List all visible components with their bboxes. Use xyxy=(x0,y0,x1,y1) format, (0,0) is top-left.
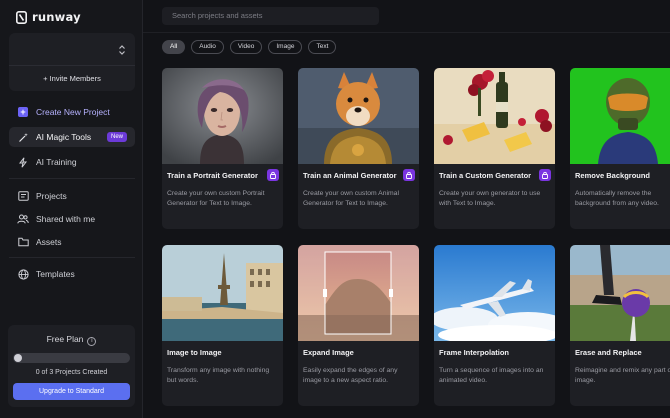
create-new-project-button[interactable]: + Create New Project xyxy=(9,102,135,122)
sidebar-item-label: Projects xyxy=(36,191,67,201)
card-title: Image to Image xyxy=(167,348,222,357)
sidebar-item-label: Shared with me xyxy=(36,214,96,224)
chevron-up-down-icon xyxy=(117,43,127,55)
tool-card-animal-generator[interactable]: Train an Animal Generator Create your ow… xyxy=(298,68,419,229)
card-title: Train a Custom Generator xyxy=(439,171,532,180)
app-root: runway + Invite Members + Create New Pro… xyxy=(0,0,670,418)
filter-chip-audio[interactable]: Audio xyxy=(191,40,224,54)
filter-chip-text[interactable]: Text xyxy=(308,40,337,54)
card-description: Transform any image with nothing but wor… xyxy=(167,367,270,384)
filter-chip-image[interactable]: Image xyxy=(268,40,303,54)
create-new-project-label: Create New Project xyxy=(36,107,110,117)
filter-chip-all[interactable]: All xyxy=(162,40,186,54)
sidebar-item-label: Assets xyxy=(36,237,62,247)
tool-card-expand-image[interactable]: Expand Image Easily expand the edges of … xyxy=(298,245,419,406)
card-description: Easily expand the edges of any image to … xyxy=(303,367,398,384)
magic-wand-icon xyxy=(16,130,30,144)
header-divider xyxy=(143,32,670,33)
sidebar-item-shared[interactable]: Shared with me xyxy=(9,209,135,229)
lock-icon xyxy=(539,169,551,181)
card-title: Train a Portrait Generator xyxy=(167,171,258,180)
plan-title: Free Plan i xyxy=(8,334,135,346)
sidebar-item-templates[interactable]: Templates xyxy=(9,264,135,284)
card-description: Turn a sequence of images into an animat… xyxy=(439,367,544,384)
card-thumbnail xyxy=(162,245,283,341)
runway-logo-icon xyxy=(16,10,27,24)
users-icon xyxy=(16,212,30,226)
card-thumbnail xyxy=(570,68,670,164)
tool-card-custom-generator[interactable]: Train a Custom Generator Create your own… xyxy=(434,68,555,229)
card-title: Frame Interpolation xyxy=(439,348,510,357)
info-icon[interactable]: i xyxy=(87,337,97,346)
search-input[interactable]: Search projects and assets xyxy=(162,7,379,25)
invite-members-button[interactable]: + Invite Members xyxy=(9,71,135,87)
sidebar-item-label: AI Magic Tools xyxy=(36,132,92,142)
tool-card-image-to-image[interactable]: Image to Image Transform any image with … xyxy=(162,245,283,406)
sidebar-item-ai-magic-tools[interactable]: AI Magic Tools New xyxy=(9,127,135,147)
lock-icon xyxy=(403,169,415,181)
divider xyxy=(9,178,135,179)
workspace-panel: + Invite Members xyxy=(9,33,135,91)
card-title: Train an Animal Generator xyxy=(303,171,397,180)
sidebar-item-assets[interactable]: Assets xyxy=(9,232,135,252)
card-description: Automatically remove the background from… xyxy=(575,190,659,207)
tool-card-frame-interpolation[interactable]: Frame Interpolation Turn a sequence of i… xyxy=(434,245,555,406)
sidebar: runway + Invite Members + Create New Pro… xyxy=(0,0,143,418)
card-thumbnail xyxy=(434,68,555,164)
card-thumbnail xyxy=(298,68,419,164)
tool-card-erase-and-replace[interactable]: Erase and Replace Reimagine and remix an… xyxy=(570,245,670,406)
sidebar-item-ai-training[interactable]: AI Training xyxy=(9,152,135,172)
sidebar-item-label: Templates xyxy=(36,269,75,279)
card-thumbnail xyxy=(570,245,670,341)
workspace-selector[interactable] xyxy=(9,33,135,65)
new-badge: New xyxy=(106,132,127,142)
lock-icon xyxy=(267,169,279,181)
card-description: Create your own generator to use with Te… xyxy=(439,190,541,207)
card-title: Remove Background xyxy=(575,171,651,180)
tool-card-remove-background[interactable]: Remove Background Automatically remove t… xyxy=(570,68,670,229)
card-thumbnail xyxy=(298,245,419,341)
card-description: Create your own custom Animal Generator … xyxy=(303,190,399,207)
projects-icon xyxy=(16,189,30,203)
divider xyxy=(9,257,135,258)
plan-usage-indicator xyxy=(14,354,22,362)
card-description: Reimagine and remix any part of any imag… xyxy=(575,367,670,384)
card-thumbnail xyxy=(162,68,283,164)
brand-name: runway xyxy=(32,10,81,24)
sidebar-item-projects[interactable]: Projects xyxy=(9,186,135,206)
card-title: Erase and Replace xyxy=(575,348,642,357)
lightning-icon xyxy=(16,155,30,169)
runway-logo[interactable]: runway xyxy=(16,9,81,25)
card-thumbnail xyxy=(434,245,555,341)
plus-icon: + xyxy=(16,105,30,119)
tool-card-portrait-generator[interactable]: Train a Portrait Generator Create your o… xyxy=(162,68,283,229)
sidebar-item-label: AI Training xyxy=(36,157,77,167)
plan-panel: Free Plan i 0 of 3 Projects Created Upgra… xyxy=(8,325,135,407)
plan-usage-bar xyxy=(13,353,130,363)
divider xyxy=(9,65,135,66)
plan-usage-text: 0 of 3 Projects Created xyxy=(35,369,108,376)
plan-title-text: Free Plan xyxy=(46,334,84,344)
filter-chip-video[interactable]: Video xyxy=(229,40,263,54)
folder-icon xyxy=(16,235,30,249)
globe-icon xyxy=(16,267,30,281)
card-title: Expand Image xyxy=(303,348,354,357)
card-description: Create your own custom Portrait Generato… xyxy=(167,190,265,207)
filter-chips: All Audio Video Image Text xyxy=(162,40,337,54)
upgrade-button[interactable]: Upgrade to Standard xyxy=(13,383,130,400)
